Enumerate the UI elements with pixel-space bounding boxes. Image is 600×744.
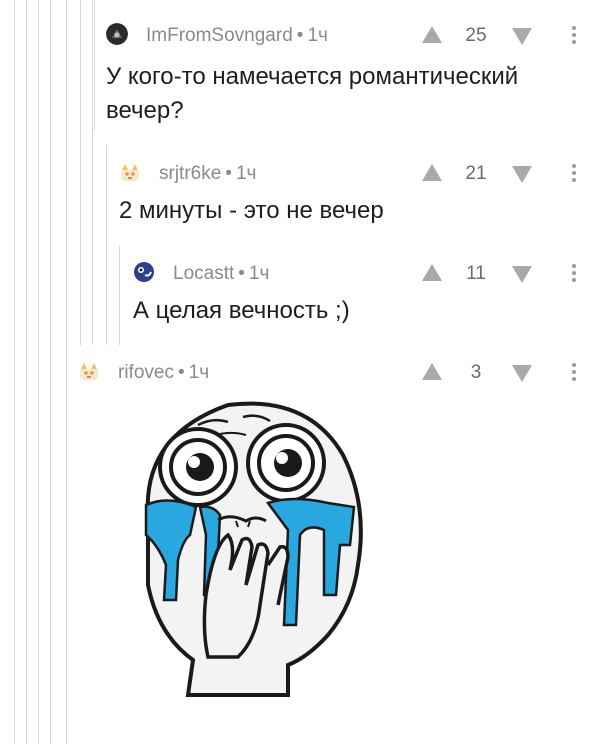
dark-round-avatar-icon[interactable] [106, 23, 128, 45]
more-options-icon[interactable] [568, 363, 580, 385]
thread-line-9 [106, 145, 107, 345]
thread-line-1 [14, 0, 15, 744]
default-cat-avatar-icon[interactable] [119, 161, 141, 183]
downvote-arrow-icon[interactable] [512, 266, 532, 283]
downvote-arrow-icon[interactable] [512, 28, 532, 45]
downvote-arrow-icon[interactable] [512, 365, 532, 382]
comment-header: srjtr6ke • 1ч 21 [119, 158, 600, 188]
thread-line-10 [119, 245, 120, 345]
comment: srjtr6ke • 1ч 21 2 минуты - это не вечер [119, 158, 600, 228]
comment-text: 2 минуты - это не вечер [119, 197, 384, 224]
crying-face-meme-image[interactable] [118, 395, 368, 705]
thread-line-8 [94, 0, 95, 130]
meta-separator: • [296, 25, 304, 46]
comment-time: 1ч [248, 263, 270, 284]
comment-header: Locastt • 1ч 11 [133, 258, 600, 288]
comment-text: А целая вечность ;) [133, 297, 350, 324]
comment-header: rifovec • 1ч 3 [78, 357, 600, 387]
thread-line-4 [50, 0, 51, 744]
more-options-icon[interactable] [568, 26, 580, 48]
comment-text: У кого-то намечается романтический вечер… [106, 63, 519, 124]
upvote-arrow-icon[interactable] [422, 26, 442, 43]
comment-time: 1ч [235, 163, 257, 184]
comment-meta: Locastt • 1ч [173, 263, 269, 285]
comment-time: 1ч [188, 362, 210, 383]
meta-separator: • [238, 263, 245, 284]
thread-line-5 [66, 0, 67, 744]
thread-line-3 [38, 0, 39, 744]
author-name[interactable]: Locastt [173, 263, 234, 284]
upvote-arrow-icon[interactable] [422, 264, 442, 281]
comment: Locastt • 1ч 11 А целая вечность ;) [133, 258, 600, 328]
comment-meta: srjtr6ke • 1ч [159, 163, 256, 185]
author-name[interactable]: srjtr6ke [159, 163, 221, 184]
thread-line-2 [26, 0, 27, 744]
comment-meta: rifovec • 1ч [118, 362, 209, 384]
comment: ImFromSovngard • 1ч 25 У кого-то намечаетс… [106, 20, 600, 128]
comment: rifovec • 1ч 3 [78, 357, 600, 387]
author-name[interactable]: ImFromSovngard [146, 25, 293, 46]
thread-line-6 [80, 0, 81, 345]
vote-count: 25 [465, 25, 487, 46]
meta-separator: • [177, 362, 185, 383]
comment-time: 1ч [307, 25, 328, 46]
downvote-arrow-icon[interactable] [512, 166, 532, 183]
vote-count: 3 [470, 362, 482, 383]
vote-count: 21 [465, 163, 487, 184]
meta-separator: • [225, 163, 232, 184]
more-options-icon[interactable] [568, 164, 580, 186]
upvote-arrow-icon[interactable] [422, 363, 442, 380]
thread-line-7 [92, 0, 93, 345]
comment-meta: ImFromSovngard • 1ч [146, 25, 328, 47]
default-cat-avatar-icon[interactable] [78, 360, 100, 382]
blue-mascot-avatar-icon[interactable] [133, 261, 155, 283]
vote-count: 11 [466, 263, 486, 284]
author-name[interactable]: rifovec [118, 362, 174, 383]
comment-header: ImFromSovngard • 1ч 25 [106, 20, 600, 50]
upvote-arrow-icon[interactable] [422, 164, 442, 181]
more-options-icon[interactable] [568, 264, 580, 286]
